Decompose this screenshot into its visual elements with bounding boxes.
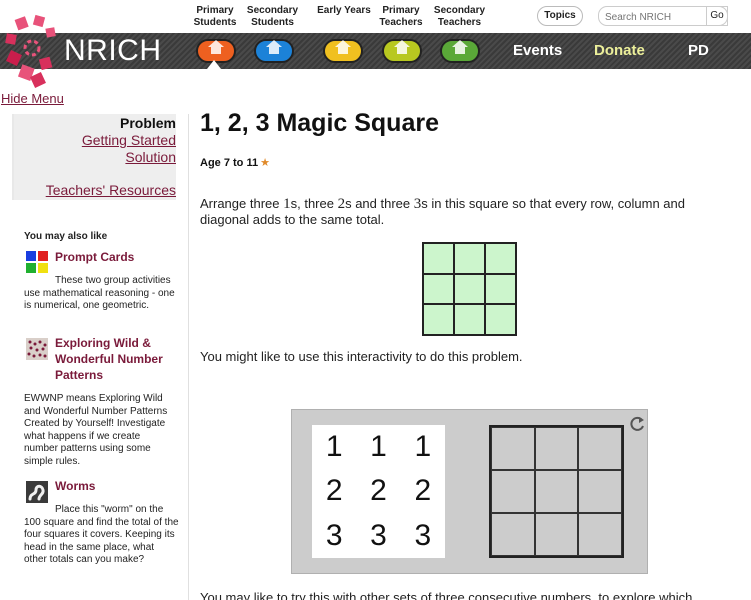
number-tile[interactable]: 3	[356, 514, 400, 558]
interactivity-panel: 1 1 1 2 2 2 3 3 3	[291, 409, 648, 574]
magic-square-cell	[454, 243, 485, 274]
age-label: Age 7 to 11	[200, 157, 259, 169]
drop-cell[interactable]	[534, 427, 579, 470]
problem-nav-problem[interactable]: Problem	[120, 115, 176, 132]
home-icon	[335, 40, 351, 57]
magic-square-cell	[485, 273, 516, 305]
magic-square-cell	[423, 273, 454, 305]
home-icon	[394, 40, 410, 57]
related-title-worms[interactable]: Worms	[55, 478, 95, 494]
drop-cell[interactable]	[491, 513, 535, 556]
nrich-logo-icon[interactable]	[4, 14, 64, 90]
related-desc-worms: Place this "worm" on the 100 square and …	[24, 504, 179, 566]
stage-tab-post-16[interactable]	[440, 39, 480, 63]
related-desc-number-patterns: EWWNP means Exploring Wild and Wonderful…	[24, 393, 168, 467]
audience-line: Teachers	[437, 17, 482, 28]
interactivity-prompt: You might like to use this interactivity…	[200, 349, 523, 364]
magic-square-cell	[485, 304, 516, 335]
intro-segment: Arrange three	[200, 196, 284, 211]
audience-line: Students	[193, 17, 237, 28]
hide-menu-link[interactable]: Hide Menu	[1, 91, 64, 106]
drop-cell[interactable]	[578, 513, 622, 556]
related-title-number-patterns[interactable]: Exploring Wild & Wonderful Number Patter…	[55, 335, 180, 383]
problem-nav-solution[interactable]: Solution	[125, 149, 176, 166]
audience-primary-students[interactable]: Primary Students	[190, 5, 240, 31]
topics-button[interactable]: Topics	[537, 6, 583, 26]
nav-pd[interactable]: PD	[688, 33, 709, 69]
audience-primary-teachers[interactable]: Primary Teachers	[376, 5, 426, 31]
audience-line: Primary	[196, 5, 234, 16]
go-button[interactable]: Go	[706, 6, 728, 26]
drop-cell[interactable]	[578, 470, 622, 513]
audience-line: Primary	[382, 5, 420, 16]
number-tile[interactable]: 3	[401, 514, 445, 558]
sidebar-divider	[188, 114, 189, 600]
audience-line: Teachers	[379, 17, 423, 28]
worm-icon[interactable]	[26, 481, 48, 503]
audience-line: Secondary	[433, 5, 486, 16]
number-tile[interactable]: 1	[356, 425, 400, 469]
magic-square-cell	[454, 304, 485, 335]
page-title: 1, 2, 3 Magic Square	[200, 109, 439, 137]
magic-square-cell	[423, 304, 454, 335]
target-grid	[489, 425, 624, 558]
audience-line: Early Years	[317, 5, 371, 16]
magic-square-cell	[485, 243, 516, 274]
related-title-prompt-cards[interactable]: Prompt Cards	[55, 249, 134, 265]
drop-cell[interactable]	[534, 513, 579, 556]
drop-cell[interactable]	[491, 470, 535, 513]
magic-square-cell	[454, 273, 485, 305]
magic-square-cell	[423, 243, 454, 274]
number-patterns-icon[interactable]	[26, 338, 48, 360]
number-tile[interactable]: 2	[312, 469, 356, 513]
active-stage-caret	[207, 60, 221, 69]
refresh-icon[interactable]	[627, 414, 647, 434]
also-like-heading: You may also like	[24, 231, 108, 242]
home-icon	[266, 40, 282, 57]
home-icon	[208, 40, 224, 57]
stage-tab-secondary[interactable]	[382, 39, 422, 63]
drop-cell[interactable]	[534, 470, 579, 513]
audience-secondary-students[interactable]: Secondary Students	[245, 5, 300, 31]
intro-segment: s, three	[290, 196, 338, 211]
nav-donate[interactable]: Donate	[594, 33, 645, 69]
age-range: Age 7 to 11 ★	[200, 156, 270, 169]
number-tile[interactable]: 2	[356, 469, 400, 513]
problem-nav-getting-started[interactable]: Getting Started	[82, 132, 176, 149]
nav-events[interactable]: Events	[513, 33, 562, 69]
follow-up-text: You may like to try this with other sets…	[200, 590, 693, 600]
number-tile-tray: 1 1 1 2 2 2 3 3 3	[312, 425, 445, 558]
related-desc-prompt-cards: These two group activities use mathemati…	[24, 275, 175, 312]
number-tile[interactable]: 1	[312, 425, 356, 469]
stage-tab-primary[interactable]	[254, 39, 294, 63]
problem-statement: Arrange three 1s, three 2s and three 3s …	[200, 196, 700, 228]
magic-square-diagram	[422, 242, 517, 336]
home-icon	[452, 40, 468, 57]
audience-line: Secondary	[246, 5, 299, 16]
audience-early-years[interactable]: Early Years	[314, 5, 374, 31]
number-tile[interactable]: 3	[312, 514, 356, 558]
prompt-cards-icon[interactable]	[26, 251, 48, 273]
brand-name[interactable]: NRICH	[64, 33, 162, 69]
problem-nav-teachers-resources[interactable]: Teachers' Resources	[46, 182, 176, 198]
drop-cell[interactable]	[491, 427, 535, 470]
drop-cell[interactable]	[578, 427, 622, 470]
intro-number: 2	[337, 196, 346, 212]
intro-segment: s and three	[345, 196, 414, 211]
number-tile[interactable]: 1	[401, 425, 445, 469]
number-tile[interactable]: 2	[401, 469, 445, 513]
star-icon: ★	[260, 157, 270, 169]
search-input[interactable]	[599, 8, 704, 27]
audience-secondary-teachers[interactable]: Secondary Teachers	[432, 5, 487, 31]
audience-line: Students	[251, 17, 294, 28]
intro-number: 1	[283, 196, 291, 212]
stage-tab-lower-secondary[interactable]	[323, 39, 363, 63]
